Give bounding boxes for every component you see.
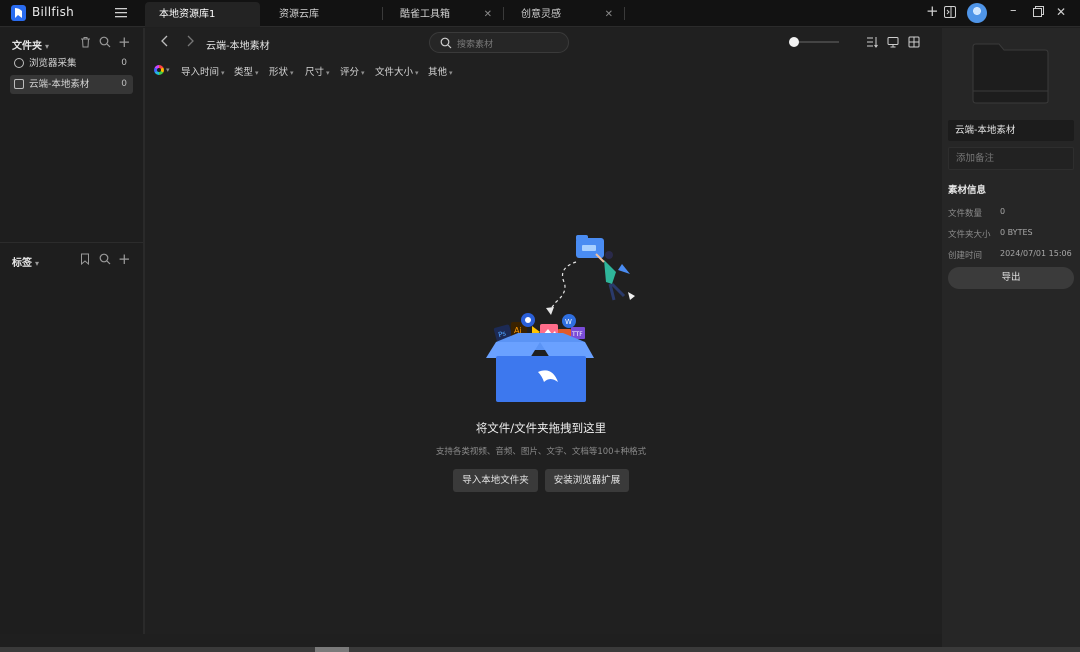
filter-label: 导入时间 [181, 67, 219, 78]
grid-layout-icon[interactable] [908, 36, 920, 48]
chevron-down-icon: ▾ [326, 69, 330, 77]
item-count: 0 [121, 75, 127, 94]
filter-rating[interactable]: 评分▾ [340, 64, 365, 78]
chevron-down-icon: ▾ [45, 42, 49, 51]
tab-label: 酷雀工具箱 [400, 9, 450, 20]
sort-list-icon[interactable] [866, 36, 878, 48]
export-button[interactable]: 导出 [948, 267, 1074, 289]
info-value: 2024/07/01 15:06 [1000, 249, 1072, 258]
chevron-down-icon: ▾ [415, 69, 419, 77]
filter-label: 尺寸 [305, 67, 324, 78]
window-close-icon[interactable]: ✕ [1056, 5, 1066, 19]
sidebar-item-cloud-local[interactable]: 云端-本地素材 0 [10, 75, 133, 94]
monitor-icon[interactable] [887, 36, 899, 48]
info-section-title: 素材信息 [948, 182, 986, 196]
drop-zone-title: 将文件/文件夹拖拽到这里 [400, 420, 682, 436]
search-icon[interactable] [99, 36, 111, 51]
filter-label: 其他 [428, 67, 447, 78]
tags-section-title[interactable]: 标签▾ [12, 254, 39, 269]
billfish-logo-icon [11, 5, 26, 21]
sidebar-item-browser-collect[interactable]: 浏览器采集 0 [10, 54, 133, 73]
tab-label: 本地资源库1 [159, 9, 215, 20]
filter-type[interactable]: 类型▾ [234, 64, 259, 78]
tab-local-library[interactable]: 本地资源库1 [145, 2, 260, 27]
chevron-down-icon: ▾ [361, 69, 365, 77]
sidebar-item-label: 云端-本地素材 [29, 79, 89, 90]
chevron-down-icon: ▾ [255, 69, 259, 77]
add-tag-plus-icon[interactable]: + [118, 250, 131, 268]
filter-file-size[interactable]: 文件大小▾ [375, 64, 419, 78]
tab-cloud-library[interactable]: 资源云库 [265, 2, 380, 27]
tab-label: 资源云库 [279, 9, 319, 20]
chevron-down-icon: ▾ [290, 69, 294, 77]
filter-label: 评分 [340, 67, 359, 78]
tab-toolbox[interactable]: 酷雀工具箱 ✕ [386, 2, 500, 27]
chevron-down-icon: ▾ [35, 259, 39, 268]
folder-thumbnail-icon [971, 43, 1049, 104]
trash-icon[interactable] [80, 36, 91, 51]
back-arrow-icon[interactable] [160, 35, 170, 50]
search-placeholder: 搜索素材 [457, 37, 493, 50]
filter-import-time[interactable]: 导入时间▾ [181, 64, 225, 78]
search-input[interactable]: 搜索素材 [429, 32, 569, 53]
restore-icon[interactable] [1033, 6, 1044, 21]
hamburger-menu-icon[interactable] [115, 7, 127, 18]
filter-label: 形状 [269, 67, 288, 78]
panel-toggle-icon[interactable] [944, 6, 956, 22]
zoom-slider-handle[interactable] [789, 37, 799, 47]
tab-label: 创意灵感 [521, 9, 561, 20]
empty-state-illustration: Ps Ai W TTF [478, 230, 648, 410]
close-icon[interactable]: ✕ [484, 2, 492, 27]
compass-icon [14, 58, 24, 68]
note-input[interactable]: 添加备注 [948, 147, 1074, 170]
import-local-folder-button[interactable]: 导入本地文件夹 [453, 469, 538, 492]
chevron-down-icon: ▾ [166, 66, 170, 74]
user-avatar[interactable] [967, 3, 987, 23]
drop-zone-subtitle: 支持各类视频、音频、图片、文字、文档等100+种格式 [380, 445, 702, 457]
sidebar-divider [0, 242, 143, 243]
search-icon[interactable] [99, 253, 111, 268]
tab-separator [624, 7, 625, 20]
filter-label: 类型 [234, 67, 253, 78]
archive-icon [14, 79, 24, 89]
close-icon[interactable]: ✕ [605, 2, 613, 27]
tab-inspiration[interactable]: 创意灵感 ✕ [507, 2, 621, 27]
forward-arrow-icon[interactable] [185, 35, 195, 50]
breadcrumb: 云端-本地素材 [206, 37, 270, 52]
folder-name-field[interactable]: 云端-本地素材 [948, 120, 1074, 141]
search-icon [440, 37, 452, 49]
tab-separator [503, 7, 504, 20]
sidebar [0, 28, 143, 634]
filter-size[interactable]: 尺寸▾ [305, 64, 330, 78]
info-label: 文件数量 [948, 207, 982, 219]
chevron-down-icon: ▾ [221, 69, 225, 77]
app-name: Billfish [32, 5, 74, 19]
info-label: 文件夹大小 [948, 228, 991, 240]
sidebar-item-label: 浏览器采集 [29, 58, 77, 69]
bookmark-icon[interactable] [80, 253, 90, 268]
folders-section-title[interactable]: 文件夹▾ [12, 37, 49, 52]
svg-text:W: W [565, 318, 572, 326]
minimize-icon[interactable]: – [1010, 4, 1017, 18]
install-browser-extension-button[interactable]: 安装浏览器扩展 [545, 469, 629, 492]
filter-label: 文件大小 [375, 67, 413, 78]
scrollbar-thumb[interactable] [315, 647, 349, 652]
color-filter-icon[interactable] [154, 65, 164, 75]
svg-text:TTF: TTF [571, 331, 583, 338]
item-count: 0 [121, 54, 127, 73]
info-value: 0 BYTES [1000, 228, 1033, 237]
info-value: 0 [1000, 207, 1005, 216]
chevron-down-icon: ▾ [449, 69, 453, 77]
tab-separator [382, 7, 383, 20]
add-folder-plus-icon[interactable]: + [118, 33, 131, 51]
new-tab-plus-icon[interactable]: + [926, 4, 939, 18]
tags-title-label: 标签 [12, 258, 32, 269]
info-label: 创建时间 [948, 249, 982, 261]
filter-other[interactable]: 其他▾ [428, 64, 453, 78]
horizontal-scrollbar[interactable] [0, 647, 1080, 652]
filter-shape[interactable]: 形状▾ [269, 64, 294, 78]
folders-title-label: 文件夹 [12, 41, 42, 52]
